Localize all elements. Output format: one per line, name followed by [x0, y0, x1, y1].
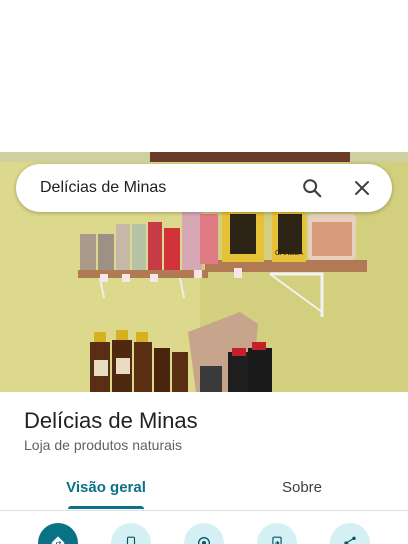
- send-to-phone-icon: [272, 536, 282, 544]
- directions-icon: [51, 536, 65, 544]
- search-input[interactable]: Delícias de Minas: [40, 179, 294, 197]
- close-button[interactable]: [344, 170, 380, 206]
- action-buttons-row: [0, 520, 408, 544]
- call-button[interactable]: [111, 523, 151, 544]
- tab-selected-indicator: [68, 506, 144, 509]
- place-category: Loja de produtos naturais: [24, 437, 182, 453]
- map-area: [0, 0, 408, 152]
- directions-button[interactable]: [38, 523, 78, 544]
- nearby-icon: [198, 537, 210, 544]
- place-tabs: Visão geral Sobre: [0, 466, 408, 511]
- search-bar[interactable]: Delícias de Minas: [16, 164, 392, 212]
- search-icon: [303, 179, 322, 198]
- share-button[interactable]: [330, 523, 370, 544]
- send-to-phone-button[interactable]: [257, 523, 297, 544]
- close-icon: [355, 181, 369, 195]
- nearby-button[interactable]: [184, 523, 224, 544]
- tab-about[interactable]: Sobre: [196, 466, 408, 508]
- phone-icon: [126, 536, 136, 544]
- place-name: Delícias de Minas: [24, 408, 198, 433]
- share-icon: [344, 536, 356, 544]
- photo-label: CANELA: [275, 250, 303, 257]
- search-button[interactable]: [294, 170, 330, 206]
- tab-overview[interactable]: Visão geral: [0, 466, 212, 508]
